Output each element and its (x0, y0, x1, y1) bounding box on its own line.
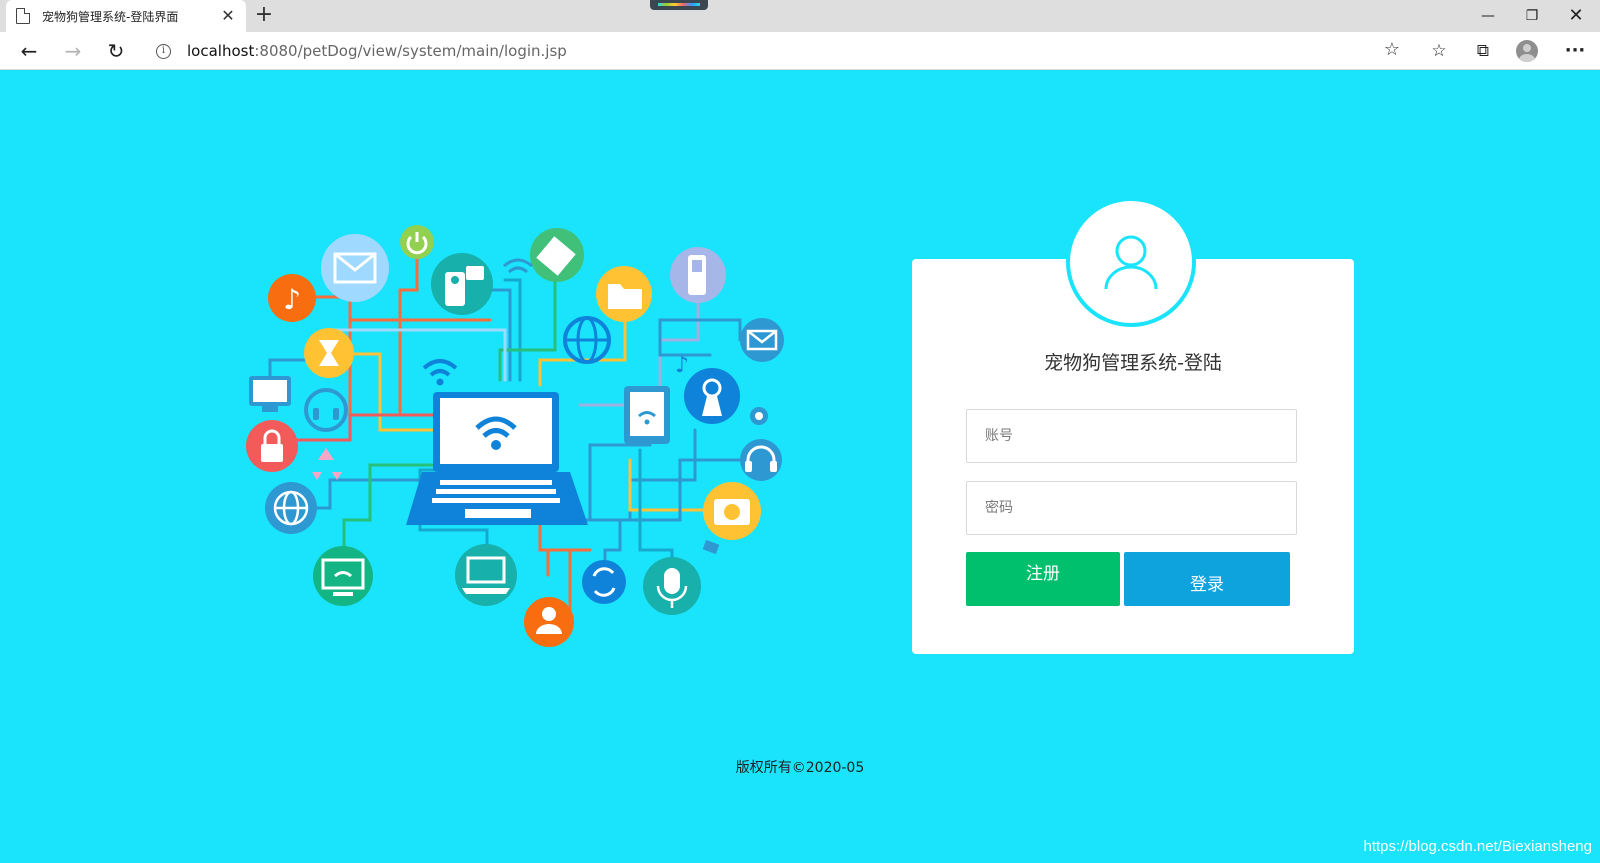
user-icon (1104, 235, 1158, 290)
password-input[interactable] (966, 481, 1297, 535)
reload-button[interactable]: ↻ (103, 38, 129, 64)
window-drag-handle[interactable] (650, 0, 708, 10)
copyright-text: 版权所有©2020-05 (735, 760, 865, 776)
login-button[interactable]: 登录 (1124, 552, 1290, 606)
close-window-button[interactable]: ✕ (1560, 4, 1592, 28)
login-title: 宠物狗管理系统-登陆 (1044, 352, 1222, 374)
tab-title: 宠物狗管理系统-登陆界面 (42, 9, 179, 24)
back-button[interactable]: ← (16, 38, 42, 64)
tab-strip: 宠物狗管理系统-登陆界面 ✕ + — ❐ ✕ (0, 0, 1600, 32)
svg-text:♪: ♪ (675, 353, 689, 378)
new-tab-button[interactable]: + (252, 4, 276, 28)
collections-icon[interactable]: ⧉ (1470, 38, 1496, 64)
address-toolbar: ← → ↻ i localhost:8080/petDog/view/syste… (0, 32, 1600, 70)
page-icon (16, 8, 30, 24)
tab-close-icon[interactable]: ✕ (220, 8, 236, 24)
restore-button[interactable]: ❐ (1516, 4, 1548, 28)
favorites-icon[interactable]: ☆ (1426, 38, 1452, 64)
register-button[interactable]: 注册 (966, 552, 1120, 606)
username-input[interactable] (966, 409, 1297, 463)
forward-button[interactable]: → (60, 38, 86, 64)
svg-text:♪: ♪ (283, 283, 301, 316)
profile-avatar[interactable] (1516, 40, 1538, 62)
url-host: localhost (187, 42, 255, 60)
watermark: https://blog.csdn.net/Biexiansheng (1363, 838, 1593, 855)
music-node-icon: ♪ (268, 274, 316, 322)
favorite-star-icon[interactable]: ☆ (1384, 39, 1400, 60)
browser-tab[interactable]: 宠物狗管理系统-登陆界面 ✕ (6, 0, 246, 32)
minimize-button[interactable]: — (1472, 4, 1504, 28)
network-illustration: ♪ ♪ (246, 225, 784, 647)
user-avatar (1066, 197, 1196, 327)
site-info-icon[interactable]: i (156, 43, 171, 59)
more-menu-icon[interactable]: ··· (1562, 38, 1588, 64)
url-bar[interactable]: i localhost:8080/petDog/view/system/main… (144, 36, 1410, 66)
url-path: :8080/petDog/view/system/main/login.jsp (254, 42, 567, 60)
